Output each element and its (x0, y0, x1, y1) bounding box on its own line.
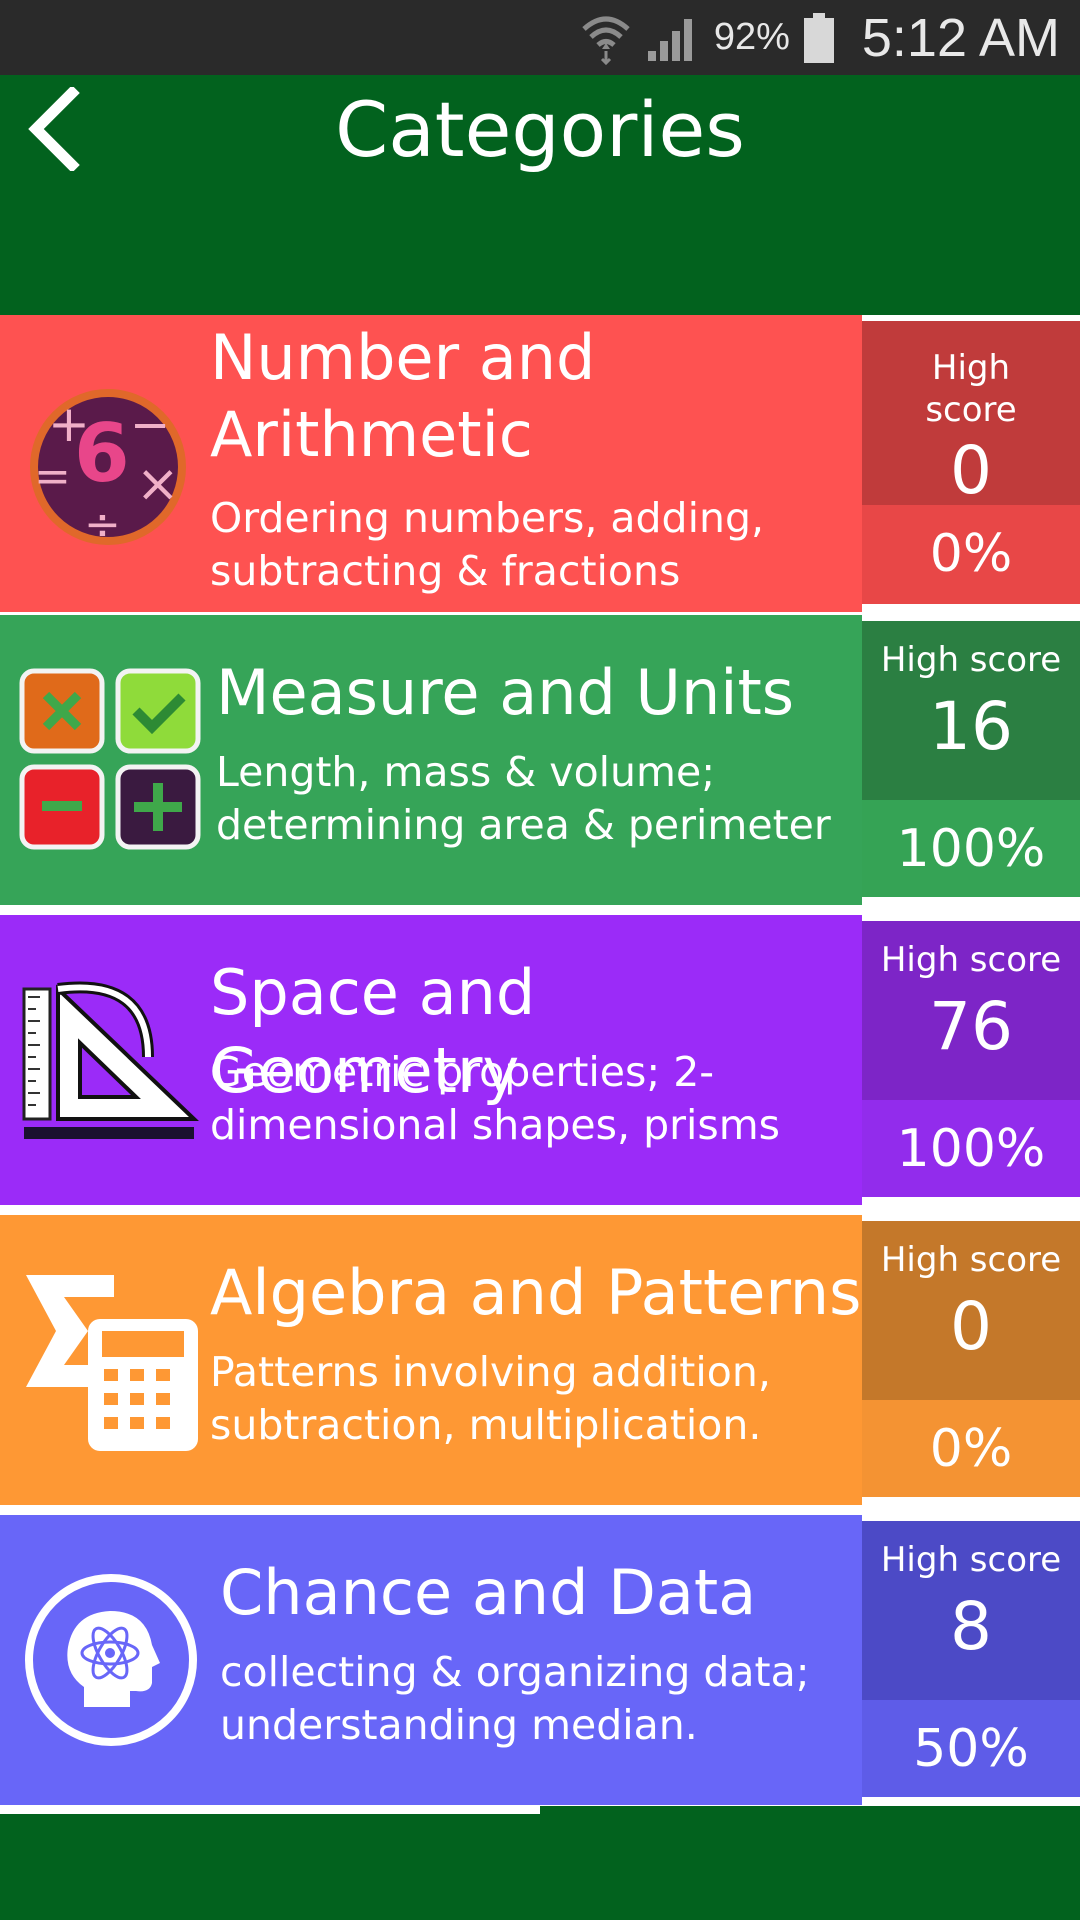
card-main: Algebra and Patterns Patterns involving … (0, 1215, 862, 1505)
svg-text:+: + (48, 395, 90, 453)
card-description-line-2: subtracting & fractions (210, 547, 681, 595)
completion-percent: 0% (862, 1400, 1080, 1497)
card-main: 6 + − = × ÷ Number and Arithmetic Orderi… (0, 315, 862, 612)
high-score-value: 16 (929, 688, 1013, 765)
card-description-line-1: Patterns involving addition, (210, 1348, 771, 1396)
card-description-line-2: determining area & perimeter (216, 801, 831, 849)
ruler-triangle-icon (18, 967, 204, 1153)
battery-percent: 92% (713, 16, 790, 58)
battery-icon (803, 12, 834, 63)
completion-percent: 100% (862, 800, 1080, 897)
wifi-icon (580, 11, 632, 65)
atom-head-icon (18, 1567, 204, 1753)
high-score-value: 0 (950, 1288, 992, 1365)
app-header: Categories (0, 75, 1080, 315)
high-score-label: High score (880, 640, 1062, 680)
card-main: Measure and Units Length, mass & volume;… (0, 615, 862, 905)
high-score-label-line-2: score (925, 390, 1017, 430)
completion-percent: 100% (862, 1100, 1080, 1197)
high-score-value: 76 (929, 988, 1013, 1065)
high-score-box: High score 16 (862, 621, 1080, 801)
score-panel: High score 8 50% (862, 1521, 1080, 1797)
page-title: Categories (335, 85, 745, 174)
math-operations-icon: 6 + − = × ÷ (18, 371, 204, 557)
category-card-measure-units[interactable]: Measure and Units Length, mass & volume;… (0, 615, 1080, 905)
category-card-number-arithmetic[interactable]: 6 + − = × ÷ Number and Arithmetic Orderi… (0, 315, 1080, 612)
card-description-line-1: Geometric properties; 2- (210, 1048, 715, 1096)
card-description-line-1: Ordering numbers, adding, (210, 494, 765, 542)
score-panel: High score 0 0% (862, 321, 1080, 604)
card-title-line-1: Number and (210, 321, 596, 394)
card-title: Algebra and Patterns (210, 1256, 862, 1329)
high-score-value: 8 (950, 1588, 992, 1665)
card-description-line-2: understanding median. (220, 1701, 698, 1749)
card-title: Measure and Units (216, 656, 795, 729)
signal-icon (646, 13, 700, 63)
high-score-label: High score (880, 1240, 1062, 1280)
card-title: Chance and Data (220, 1556, 757, 1629)
card-description-line-2: dimensional shapes, prisms (210, 1101, 781, 1149)
high-score-label: High score (880, 1540, 1062, 1580)
score-panel: High score 0 0% (862, 1221, 1080, 1497)
svg-text:÷: ÷ (84, 499, 121, 550)
clock: 5:12 AM (861, 7, 1060, 68)
svg-text:−: − (130, 397, 170, 453)
card-title-line-2: Arithmetic (210, 398, 533, 471)
status-bar: 92% 5:12 AM (0, 0, 1080, 75)
category-card-chance-data[interactable]: Chance and Data collecting & organizing … (0, 1515, 1080, 1805)
high-score-value: 0 (950, 432, 992, 509)
svg-text:=: = (34, 451, 71, 502)
score-panel: High score 16 100% (862, 621, 1080, 897)
completion-percent: 0% (862, 504, 1080, 604)
card-main: Space and Geometry Geometric properties;… (0, 915, 862, 1205)
bottom-bar (0, 1806, 1080, 1920)
category-card-algebra-patterns[interactable]: Algebra and Patterns Patterns involving … (0, 1215, 1080, 1505)
high-score-box: High score 8 (862, 1521, 1080, 1701)
sigma-calculator-icon (18, 1267, 204, 1453)
scroll-indicator (0, 1806, 540, 1814)
card-description-line-1: collecting & organizing data; (220, 1648, 810, 1696)
high-score-label: High score (880, 940, 1062, 980)
card-main: Chance and Data collecting & organizing … (0, 1515, 862, 1805)
high-score-box: High score 76 (862, 921, 1080, 1101)
svg-text:×: × (136, 454, 180, 514)
high-score-box: High score 0 (862, 1221, 1080, 1401)
high-score-box: High score 0 (862, 321, 1080, 509)
card-description-line-1: Length, mass & volume; (216, 748, 716, 796)
completion-percent: 50% (862, 1700, 1080, 1797)
score-panel: High score 76 100% (862, 921, 1080, 1197)
high-score-label-line-1: High (931, 348, 1011, 388)
category-card-space-geometry[interactable]: Space and Geometry Geometric properties;… (0, 915, 1080, 1205)
calculator-keys-icon (18, 667, 204, 853)
card-description-line-2: subtraction, multiplication. (210, 1401, 762, 1449)
